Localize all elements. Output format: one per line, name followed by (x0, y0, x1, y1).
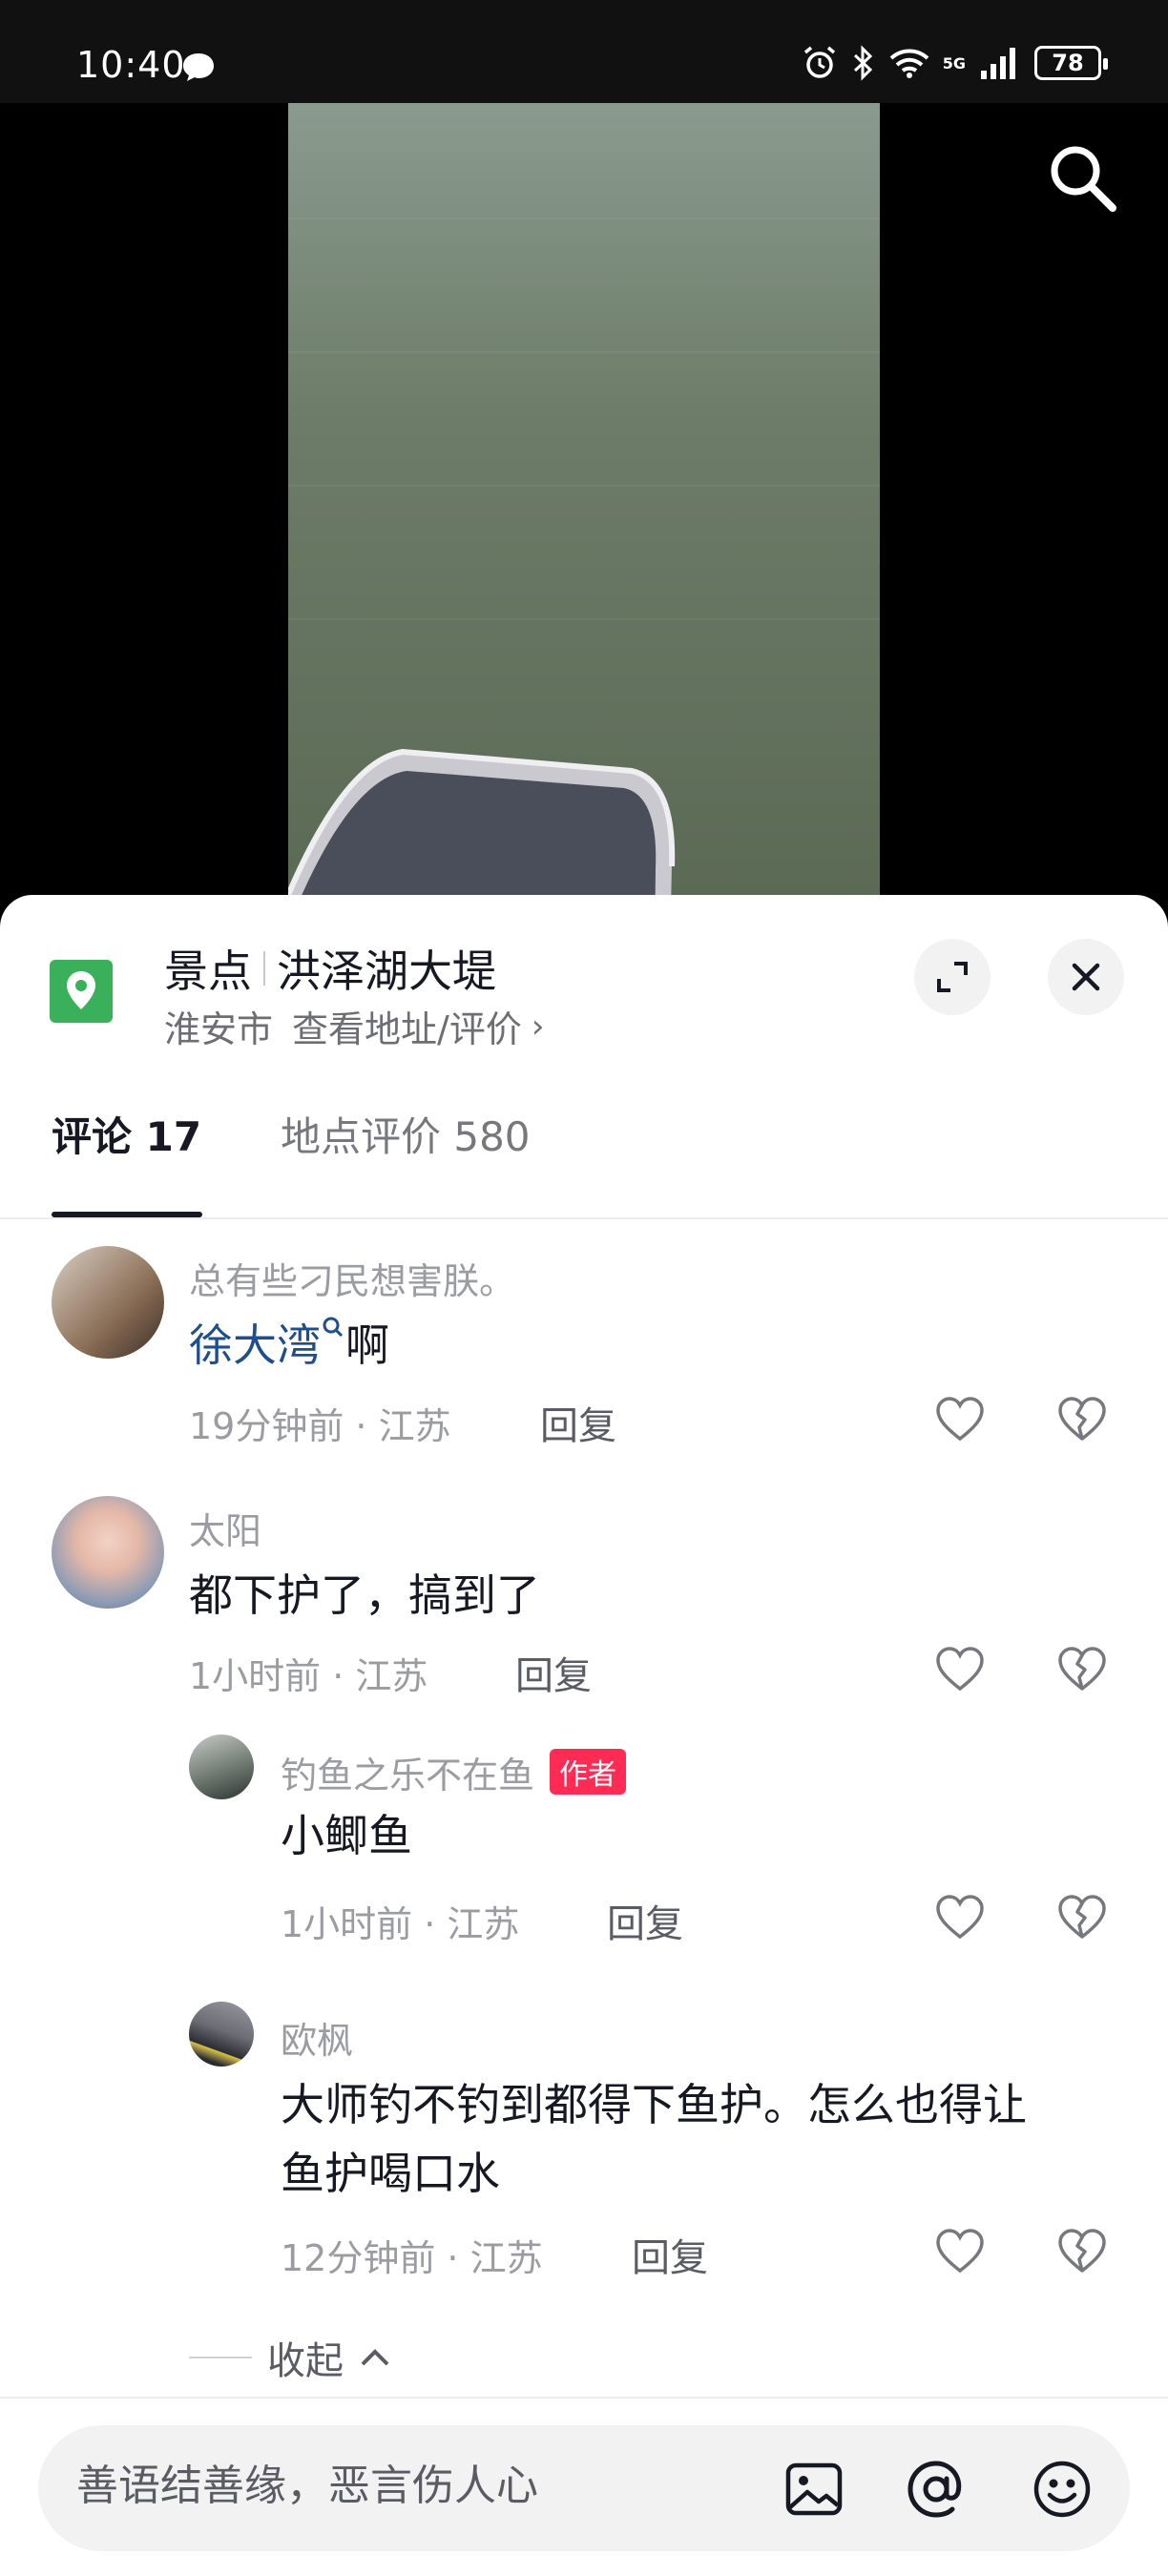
reply-button[interactable]: 回复 (515, 1645, 592, 1700)
location-category: 景点 (164, 945, 252, 997)
video-player[interactable] (0, 103, 1168, 895)
like-heart-icon[interactable] (933, 1393, 987, 1446)
wifi-icon (889, 49, 929, 78)
location-title[interactable]: 景点 洪泽湖大堤 (164, 937, 496, 1000)
comment-body: 啊 (345, 1319, 389, 1371)
comment-time: 12分钟前 · 江苏 (281, 2237, 543, 2279)
comment-time: 1小时前 · 江苏 (281, 1903, 520, 1945)
mention-search-icon (323, 1317, 344, 1338)
alarm-icon (803, 46, 835, 78)
avatar[interactable] (189, 1735, 254, 1799)
comment-text: 徐大湾啊 (189, 1311, 389, 1380)
reply-button[interactable]: 回复 (632, 2227, 708, 2282)
comment-text-line: 大师钓不钓到都得下鱼护。怎么也得让 (281, 2079, 1027, 2130)
search-icon[interactable] (1046, 141, 1118, 214)
view-address-link[interactable]: 查看地址/评价 (292, 1000, 522, 1052)
image-picker-icon[interactable] (782, 2458, 845, 2521)
message-notification-icon (183, 53, 214, 81)
location-subtitle: 淮安市 查看地址/评价 › (164, 1000, 544, 1052)
emoji-icon[interactable] (1031, 2458, 1094, 2521)
dislike-broken-heart-icon[interactable] (1055, 2225, 1109, 2278)
location-name: 洪泽湖大堤 (277, 945, 496, 997)
expand-icon (937, 962, 968, 992)
expand-button[interactable] (914, 939, 991, 1015)
comment-author[interactable]: 太阳 (189, 1502, 261, 1554)
collapse-replies-button[interactable]: 收起 (189, 2330, 391, 2385)
close-icon (1072, 963, 1100, 991)
comment-time: 1小时前 · 江苏 (189, 1655, 428, 1697)
cell-signal-icon (981, 48, 1015, 79)
reply-button[interactable]: 回复 (607, 1893, 683, 1948)
comment-text: 都下护了，搞到了 (189, 1569, 540, 1621)
avatar[interactable] (52, 1246, 164, 1359)
bluetooth-icon (853, 45, 872, 81)
collapse-label: 收起 (267, 2339, 344, 2383)
status-bar: 10:40 5G 78 (0, 0, 1168, 103)
comment-author[interactable]: 欧枫 (281, 2011, 353, 2064)
author-badge: 作者 (550, 1749, 627, 1795)
mention-link[interactable]: 徐大湾 (189, 1319, 321, 1371)
comment-author[interactable]: 总有些刁民想害朕。 (189, 1252, 515, 1304)
avatar[interactable] (52, 1496, 164, 1609)
comment-input-bar (38, 2425, 1130, 2551)
comments-sheet: 景点 洪泽湖大堤 淮安市 查看地址/评价 › 评论 17 地点评价 580 总有… (0, 895, 1168, 2576)
like-heart-icon[interactable] (933, 1891, 987, 1944)
collapse-line (189, 2357, 252, 2358)
dislike-broken-heart-icon[interactable] (1055, 1393, 1109, 1446)
close-button[interactable] (1048, 939, 1124, 1015)
comment-text-line: 鱼护喝口水 (281, 2148, 500, 2199)
comment-text: 小鲫鱼 (281, 1810, 412, 1861)
dislike-broken-heart-icon[interactable] (1055, 1891, 1109, 1944)
like-heart-icon[interactable] (933, 1643, 987, 1696)
comment-author[interactable]: 钓鱼之乐不在鱼 (281, 1755, 534, 1797)
input-divider (0, 2397, 1168, 2399)
like-heart-icon[interactable] (933, 2225, 987, 2278)
dislike-broken-heart-icon[interactable] (1055, 1643, 1109, 1696)
reply-author-row: 钓鱼之乐不在鱼 作者 (281, 1746, 627, 1798)
status-time: 10:40 (76, 44, 186, 86)
reply-button[interactable]: 回复 (540, 1395, 616, 1450)
tab-comments[interactable]: 评论 17 (52, 1105, 201, 1163)
location-city: 淮安市 (164, 1008, 274, 1050)
comment-input[interactable] (76, 2462, 744, 2510)
title-divider (263, 951, 265, 986)
chevron-up-icon (361, 2349, 389, 2366)
location-pin-icon (50, 960, 113, 1023)
boat-edge-image (288, 748, 676, 895)
network-type-label: 5G (942, 53, 966, 73)
status-icons: 5G 78 (802, 44, 1108, 82)
tab-place-reviews[interactable]: 地点评价 580 (281, 1105, 531, 1163)
comment-time: 19分钟前 · 江苏 (189, 1405, 451, 1447)
battery-indicator: 78 (1034, 46, 1108, 80)
avatar[interactable] (189, 2002, 254, 2067)
battery-level: 78 (1052, 50, 1084, 76)
video-frame (288, 103, 880, 895)
chevron-right-icon: › (531, 1007, 545, 1046)
tabs-divider (0, 1217, 1168, 1219)
mention-at-icon[interactable] (905, 2458, 968, 2521)
